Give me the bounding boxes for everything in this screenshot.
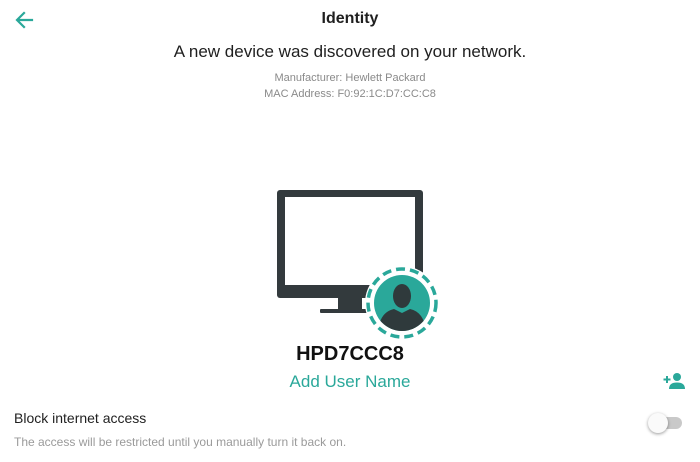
block-internet-toggle[interactable] bbox=[648, 413, 684, 433]
device-name: HPD7CCC8 bbox=[296, 343, 404, 365]
page-title: Identity bbox=[321, 10, 379, 27]
add-person-button[interactable] bbox=[662, 370, 686, 392]
toggle-thumb bbox=[648, 413, 668, 433]
person-avatar-icon bbox=[365, 266, 439, 340]
add-user-name-link[interactable]: Add User Name bbox=[290, 372, 411, 391]
discovery-headline: A new device was discovered on your netw… bbox=[173, 42, 527, 61]
manufacturer-text: Manufacturer: Hewlett Packard bbox=[274, 72, 426, 84]
device-graphic bbox=[270, 185, 445, 345]
block-internet-description: The access will be restricted until you … bbox=[14, 435, 347, 449]
person-add-icon bbox=[663, 373, 685, 389]
mac-address-text: MAC Address: F0:92:1C:D7:CC:C8 bbox=[264, 88, 436, 100]
block-internet-label: Block internet access bbox=[14, 410, 147, 426]
